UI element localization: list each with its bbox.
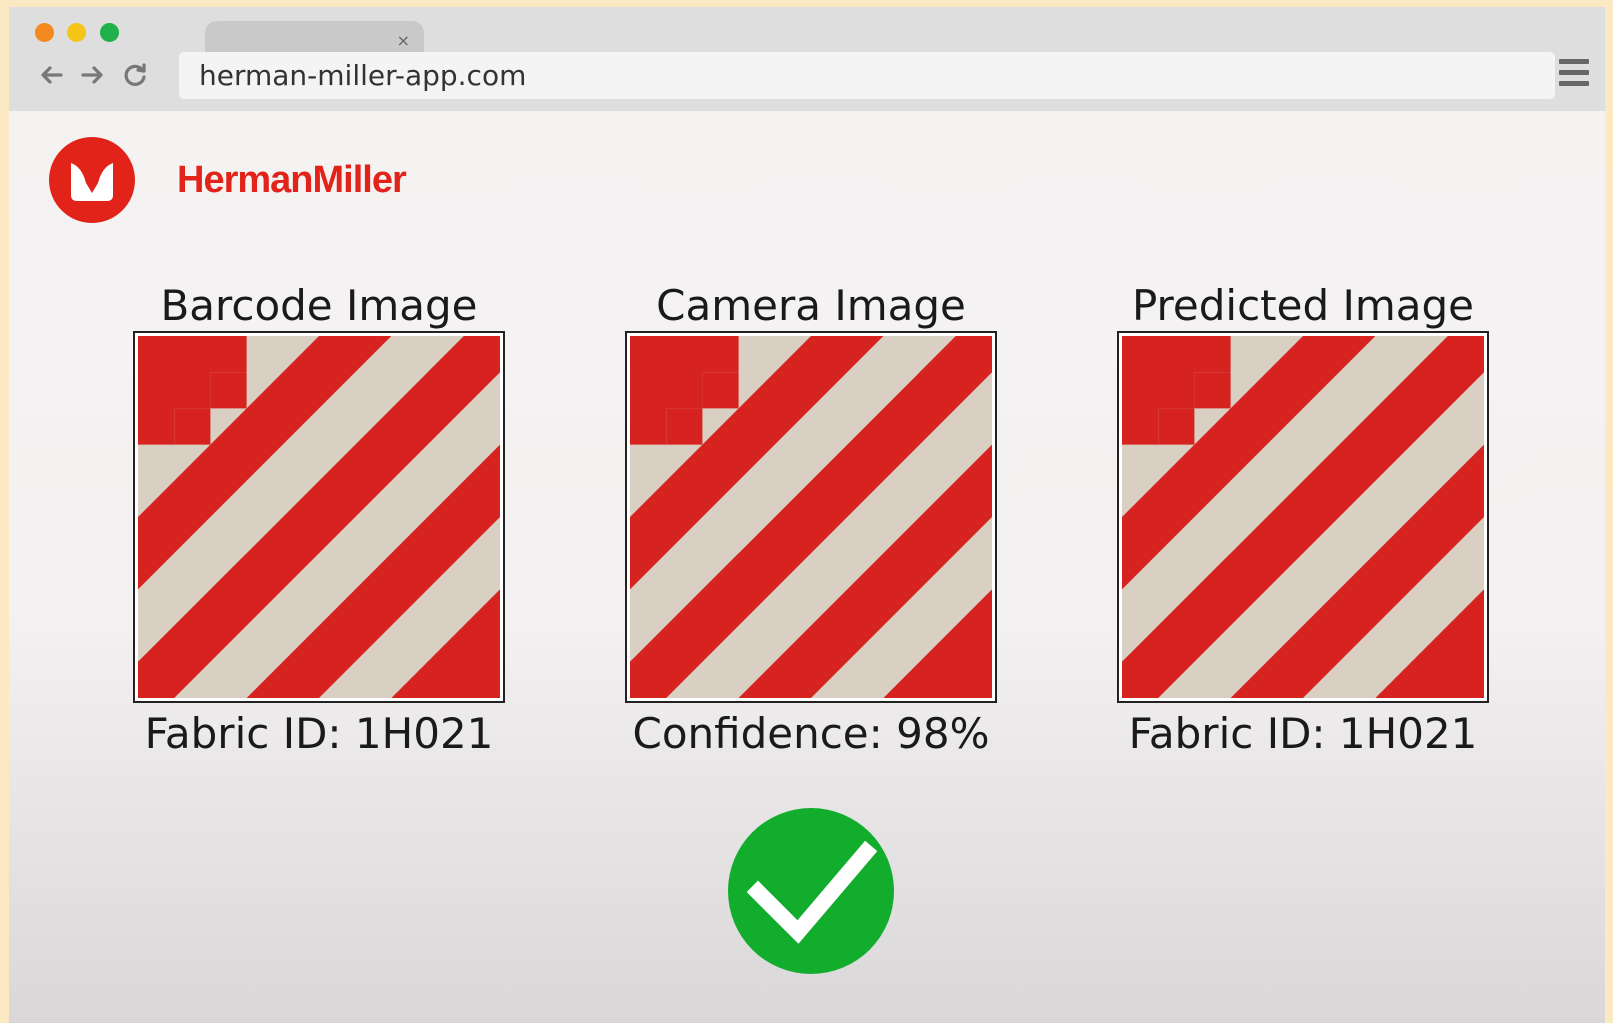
checkmark-icon <box>728 808 894 974</box>
forward-arrow-icon[interactable] <box>79 61 107 89</box>
back-arrow-icon[interactable] <box>37 61 65 89</box>
url-text: herman-miller-app.com <box>199 59 527 92</box>
reload-icon[interactable] <box>121 61 149 89</box>
browser-window: × herman-miller-app.com HermanMiller Bar… <box>9 7 1605 1023</box>
herman-miller-logo <box>49 137 135 223</box>
confidence-label: Confidence: 98% <box>632 709 990 758</box>
predicted-image-panel: Predicted Image Fabric ID: 1H021 <box>1117 281 1489 758</box>
browser-toolbar: × herman-miller-app.com <box>9 7 1605 111</box>
fabric-id-label: Fabric ID: 1H021 <box>1128 709 1478 758</box>
window-close-button[interactable] <box>35 23 54 42</box>
page-content: HermanMiller Barcode Image Fabric ID: 1H… <box>9 111 1605 1023</box>
barcode-image-panel: Barcode Image Fabric ID: 1H021 <box>133 281 505 758</box>
address-bar[interactable]: herman-miller-app.com <box>179 52 1555 99</box>
panel-title: Barcode Image <box>160 281 478 330</box>
panel-title: Camera Image <box>656 281 966 330</box>
camera-image-panel: Camera Image Confidence: 98% <box>625 281 997 758</box>
tab-close-icon[interactable]: × <box>397 31 410 50</box>
brand-name: HermanMiller <box>177 159 407 201</box>
menu-icon[interactable] <box>1559 59 1591 91</box>
window-minimize-button[interactable] <box>67 23 86 42</box>
camera-fabric-image <box>625 331 997 703</box>
panel-title: Predicted Image <box>1131 281 1475 330</box>
predicted-fabric-image <box>1117 331 1489 703</box>
barcode-fabric-image <box>133 331 505 703</box>
fabric-id-label: Fabric ID: 1H021 <box>144 709 494 758</box>
window-maximize-button[interactable] <box>100 23 119 42</box>
